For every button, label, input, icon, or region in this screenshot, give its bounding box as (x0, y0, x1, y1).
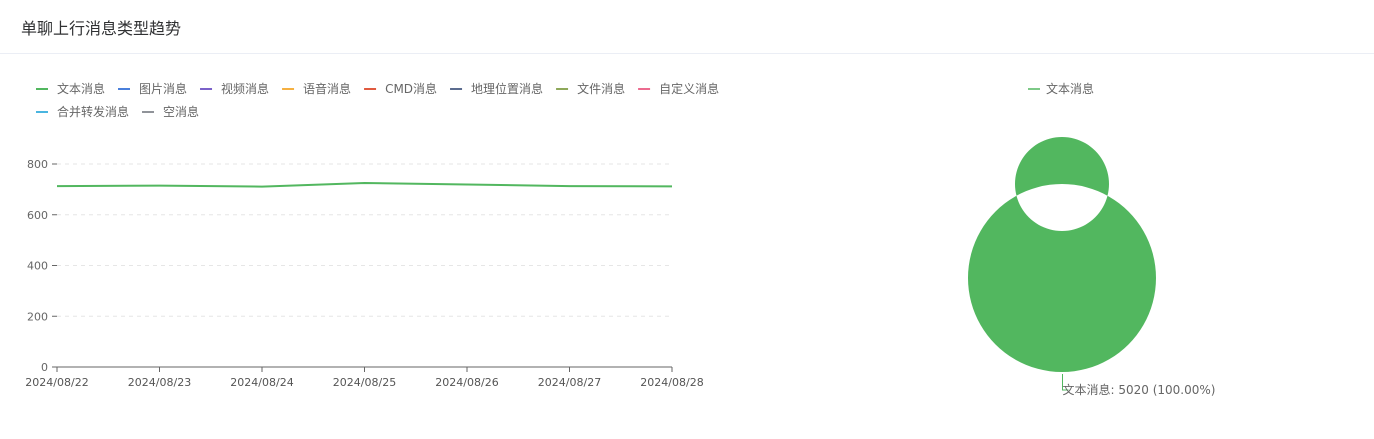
legend-label: 视频消息 (221, 81, 269, 96)
legend-item-e59088e5b9b6e8bdace58f91e6b688e681af[interactable]: 合并转发消息 (36, 104, 129, 119)
line-legend: 文本消息 图片消息 视频消息 语音消息 CMD消息 地理位置消息 文件消息 自定义消息合并转发… (36, 81, 719, 119)
series-line-e69687e69cace6b688e681af[interactable] (56, 182, 673, 188)
x-tick-label: 2024/08/24 (230, 376, 293, 389)
pie-legend-item-e69687e69cace6b688e681af[interactable]: 文本消息 (1028, 81, 1094, 96)
pie-slice-e69687e69cace6b688e681af[interactable] (967, 136, 1156, 372)
legend-label: 文本消息 (57, 81, 105, 96)
legend-label: 空消息 (163, 104, 199, 119)
legend-item-e69687e4bbb6e6b688e681af[interactable]: 文件消息 (556, 81, 625, 96)
chart-title: 单聊上行消息类型趋势 (21, 19, 182, 38)
card-header: 单聊上行消息类型趋势 (0, 0, 1374, 54)
legend-item-e8a786e9a291e6b688e681af[interactable]: 视频消息 (200, 81, 269, 96)
x-tick-label: 2024/08/23 (128, 376, 191, 389)
x-axis: 2024/08/22 2024/08/23 2024/08/24 2024/08/25… (25, 366, 704, 389)
pie-chart: 文本消息文本消息: 5020 (100.00%) (967, 81, 1216, 397)
y-tick-label: 200 (27, 310, 48, 323)
pie-data-label: 文本消息: 5020 (100.00%) (1063, 382, 1216, 397)
legend-label: 图片消息 (139, 81, 187, 96)
legend-item-e59bbee78987e6b688e681af[interactable]: 图片消息 (118, 81, 187, 96)
legend-label: 地理位置消息 (471, 81, 543, 96)
legend-label: 文本消息 (1046, 81, 1094, 96)
x-tick-label: 2024/08/27 (538, 376, 601, 389)
legend-item-cmde6b688e681af[interactable]: CMD消息 (364, 81, 437, 96)
legend-label: 语音消息 (303, 81, 351, 96)
y-axis: 0 200 400 600 800 (27, 158, 672, 374)
x-tick-label: 2024/08/22 (25, 376, 88, 389)
legend-item-e59cb0e79086e4bd8de7bdaee6b688e681af[interactable]: 地理位置消息 (450, 81, 543, 96)
legend-item-e8afade99fb3e6b688e681af[interactable]: 语音消息 (282, 81, 351, 96)
pie-legend: 文本消息 (1028, 81, 1094, 96)
legend-item-e69687e69cace6b688e681af[interactable]: 文本消息 (36, 81, 105, 96)
y-tick-label: 400 (27, 260, 48, 273)
y-tick-label: 600 (27, 209, 48, 222)
legend-label: CMD消息 (385, 81, 437, 96)
y-tick-label: 0 (41, 361, 48, 374)
line-chart: 文本消息 图片消息 视频消息 语音消息 CMD消息 地理位置消息 文件消息 自定义消息合并转发… (25, 81, 719, 389)
legend-label: 合并转发消息 (57, 104, 129, 119)
legend-item-e7a9bae6b688e681af[interactable]: 空消息 (142, 104, 199, 119)
x-tick-label: 2024/08/26 (435, 376, 498, 389)
x-tick-label: 2024/08/25 (333, 376, 396, 389)
legend-label: 文件消息 (577, 81, 625, 96)
y-tick-label: 800 (27, 158, 48, 171)
x-tick-label: 2024/08/28 (640, 376, 703, 389)
